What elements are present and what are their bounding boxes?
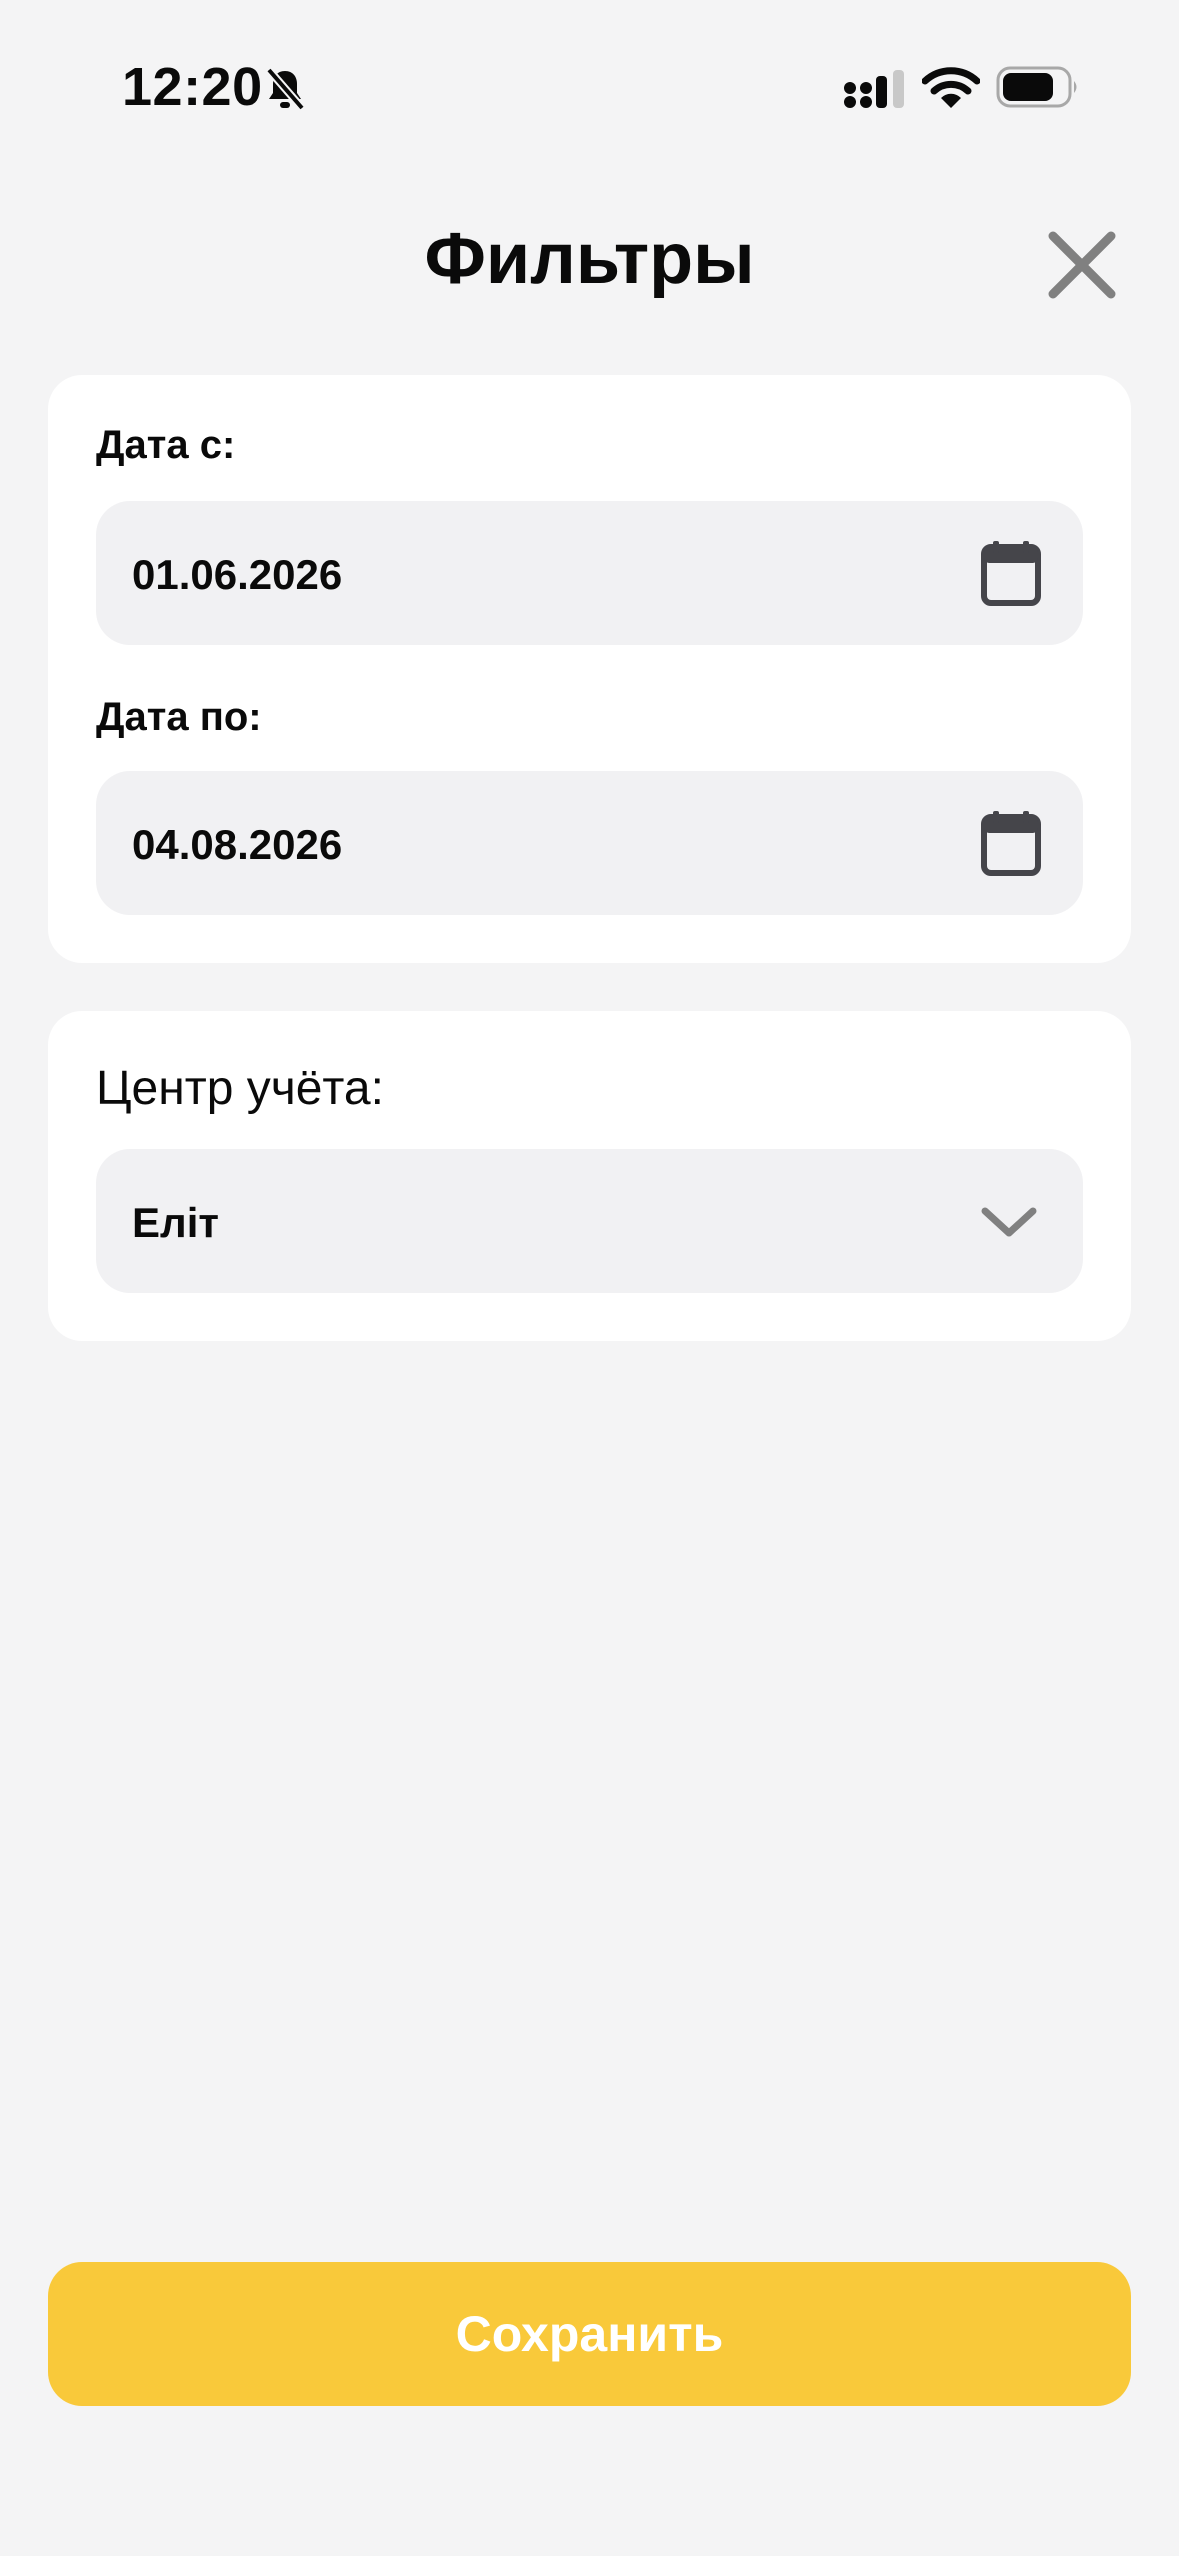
- battery-icon: [996, 66, 1077, 108]
- center-dropdown[interactable]: Еліт: [96, 1149, 1083, 1293]
- date-to-value: 04.08.2026: [132, 821, 343, 868]
- save-button[interactable]: Сохранить: [48, 2262, 1131, 2406]
- chevron-down-icon[interactable]: [979, 1201, 1039, 1241]
- close-icon[interactable]: [1045, 228, 1119, 302]
- date-to-field[interactable]: 04.08.2026: [96, 771, 1083, 915]
- page-title: Фильтры: [424, 219, 755, 299]
- calendar-icon[interactable]: [979, 539, 1043, 607]
- center-selected-value: Еліт: [132, 1199, 219, 1246]
- date-from-label: Дата с:: [96, 423, 236, 467]
- date-from-value: 01.06.2026: [132, 551, 343, 598]
- date-to-label: Дата по:: [96, 695, 262, 739]
- wifi-icon: [922, 67, 980, 108]
- center-label: Центр учёта:: [96, 1062, 384, 1115]
- date-filter-card: Дата с: 01.06.2026 Дата по: 04.08.2026: [48, 375, 1131, 963]
- cellular-signal-icon: [844, 70, 904, 108]
- status-bar: 12:20: [0, 0, 1179, 150]
- bell-slash-icon: [265, 67, 306, 111]
- calendar-icon[interactable]: [979, 809, 1043, 877]
- center-filter-card: Центр учёта: Еліт: [48, 1011, 1131, 1341]
- status-time: 12:20: [122, 57, 263, 117]
- date-from-field[interactable]: 01.06.2026: [96, 501, 1083, 645]
